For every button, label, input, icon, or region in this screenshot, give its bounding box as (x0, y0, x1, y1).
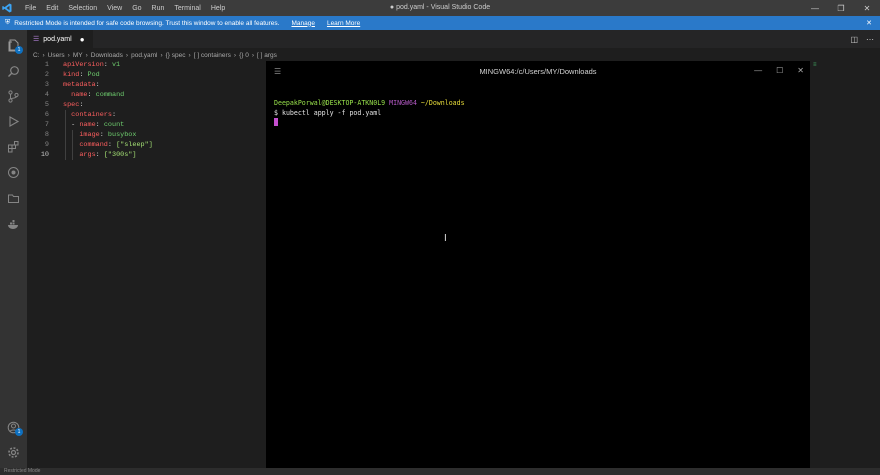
prompt-user-host: DeepakPorwal@DESKTOP-ATKN0L9 (274, 99, 386, 107)
vscode-logo-icon (0, 0, 14, 16)
code-line: 1 apiVersion: v1 (44, 61, 121, 69)
minimap-preview: ≡ (813, 62, 817, 68)
code-line: 4 name: command (44, 91, 125, 99)
banner-close-icon[interactable]: ✕ (866, 19, 872, 27)
yaml-file-icon: ☰ (33, 36, 40, 43)
prompt-shell: MINGW64 (389, 99, 417, 107)
terminal-minimize-icon[interactable]: — (754, 66, 762, 75)
breadcrumb-item[interactable]: Downloads (91, 52, 123, 59)
editor-actions: ◫ ⋯ (850, 30, 874, 48)
code-line: 9 command: ["sleep"] (44, 141, 153, 149)
restricted-mode-banner: ⛨ Restricted Mode is intended for safe c… (0, 16, 880, 30)
menu-bar: File Edit Selection View Go Run Terminal… (20, 5, 230, 12)
code-line: 6 containers: (44, 111, 117, 119)
mouse-ibeam-cursor-icon: I (444, 233, 447, 244)
settings-gear-icon[interactable] (5, 444, 21, 460)
code-line: 7 - name: count (44, 121, 125, 129)
code-line: 2 kind: Pod (44, 71, 100, 79)
menu-run[interactable]: Run (147, 5, 170, 12)
restricted-mode-text: Restricted Mode is intended for safe cod… (14, 19, 280, 27)
tab-label: pod.yaml (43, 35, 72, 43)
accounts-badge: 1 (15, 428, 23, 436)
breadcrumb-item[interactable]: {} 0 (239, 52, 249, 59)
more-actions-icon[interactable]: ⋯ (866, 35, 874, 44)
manage-link[interactable]: Manage (291, 20, 315, 27)
accounts-icon[interactable]: 1 (5, 419, 23, 436)
explorer-icon[interactable]: 1 (5, 37, 23, 54)
editor-tabs: ☰ pod.yaml ● ◫ ⋯ (27, 30, 880, 48)
code-line: 8 image: busybox (44, 131, 137, 139)
terminal-window-controls: — ☐ ✕ (754, 66, 804, 75)
code-line-current: 10 args: ["300s"] (40, 151, 137, 159)
mingw-terminal-window[interactable]: ☰ MINGW64:/c/Users/MY/Downloads — ☐ ✕ De… (266, 61, 810, 475)
status-bar: Restricted Mode (0, 468, 880, 475)
terminal-title-bar: ☰ MINGW64:/c/Users/MY/Downloads — ☐ ✕ (266, 61, 810, 83)
code-editor[interactable]: 1 apiVersion: v1 2 kind: Pod 3 metadata: 4 … (27, 60, 267, 468)
split-editor-icon[interactable]: ◫ (850, 35, 858, 44)
breadcrumb-item[interactable]: C: (33, 52, 40, 59)
prompt-symbol: $ (274, 108, 278, 117)
minimap[interactable]: ≡ (810, 61, 880, 468)
breadcrumb-item[interactable]: {} spec (166, 52, 186, 59)
extensions-icon[interactable] (5, 138, 21, 154)
code-line: 5 spec: (44, 101, 84, 109)
terminal-title: MINGW64:/c/Users/MY/Downloads (479, 67, 597, 76)
tab-pod-yaml[interactable]: ☰ pod.yaml ● (27, 30, 93, 48)
menu-view[interactable]: View (102, 5, 127, 12)
terminal-output[interactable]: DeepakPorwal@DESKTOP-ATKN0L9 MINGW64 ~/D… (274, 99, 465, 128)
source-control-icon[interactable] (5, 88, 21, 104)
menu-go[interactable]: Go (127, 5, 146, 12)
explorer-badge: 1 (15, 46, 23, 54)
learn-more-link[interactable]: Learn More (327, 20, 360, 27)
breadcrumb-item[interactable]: pod.yaml (131, 52, 157, 59)
restricted-mode-status[interactable]: Restricted Mode (4, 468, 40, 474)
menu-file[interactable]: File (20, 5, 41, 12)
terminal-cursor (274, 118, 278, 126)
search-icon[interactable] (5, 63, 21, 79)
unsaved-dot-icon[interactable]: ● (80, 35, 85, 44)
restore-icon[interactable]: ❐ (828, 0, 854, 16)
activity-bar: 1 1 (0, 30, 27, 468)
terminal-close-icon[interactable]: ✕ (797, 66, 804, 75)
close-icon[interactable]: ✕ (854, 0, 880, 16)
menu-help[interactable]: Help (206, 5, 230, 12)
menu-selection[interactable]: Selection (63, 5, 102, 12)
minimize-icon[interactable]: — (802, 0, 828, 16)
terminal-maximize-icon[interactable]: ☐ (776, 66, 783, 75)
breadcrumb-item[interactable]: [ ] args (257, 52, 277, 59)
prompt-path: ~/Downloads (420, 99, 465, 107)
menu-edit[interactable]: Edit (41, 5, 63, 12)
remote-explorer-icon[interactable] (5, 164, 21, 180)
breadcrumb-item[interactable]: [ ] containers (194, 52, 231, 59)
code-line: 3 metadata: (44, 81, 100, 89)
terminal-command: kubectl apply -f pod.yaml (281, 108, 382, 117)
window-controls: — ❐ ✕ (802, 0, 880, 16)
breadcrumb-item[interactable]: Users (48, 52, 65, 59)
breadcrumb-item[interactable]: MY (73, 52, 83, 59)
folder-icon[interactable] (5, 190, 21, 206)
shield-icon: ⛨ (5, 19, 11, 26)
title-bar: File Edit Selection View Go Run Terminal… (0, 0, 880, 16)
run-debug-icon[interactable] (5, 113, 21, 129)
menu-terminal[interactable]: Terminal (169, 5, 205, 12)
docker-icon[interactable] (5, 216, 21, 232)
